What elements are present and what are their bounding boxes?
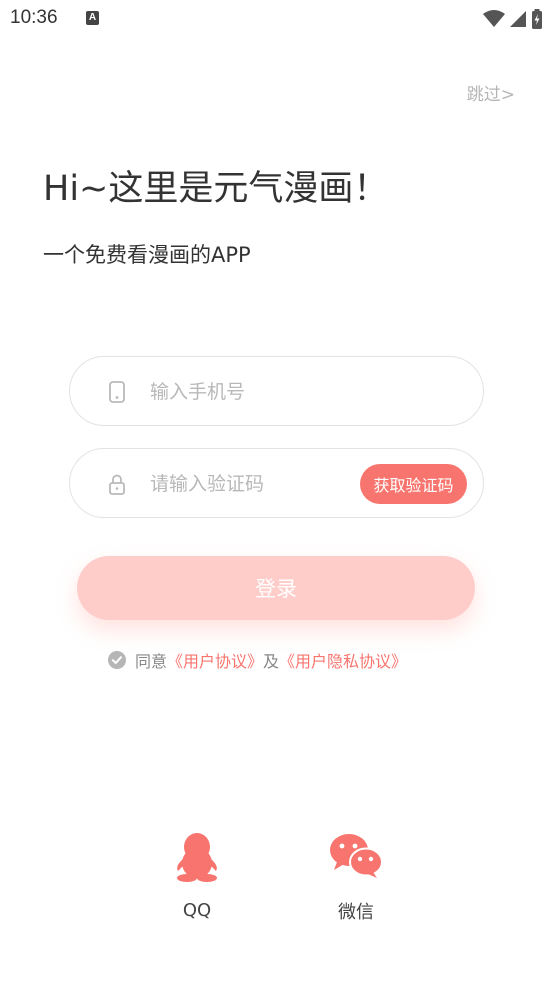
phone-input[interactable] bbox=[150, 377, 350, 407]
lock-icon bbox=[109, 474, 125, 495]
wechat-label: 微信 bbox=[338, 902, 374, 923]
welcome-subheadline: 一个免费看漫画的APP bbox=[43, 243, 251, 267]
verification-code-field[interactable]: 获取验证码 bbox=[69, 448, 484, 518]
status-time: 10:36 bbox=[10, 7, 58, 28]
get-code-button[interactable]: 获取验证码 bbox=[360, 464, 467, 504]
skip-button[interactable]: 跳过> bbox=[467, 80, 515, 105]
welcome-headline: Hi~这里是元气漫画！ bbox=[43, 169, 389, 209]
wechat-login-button[interactable]: 微信 bbox=[311, 832, 401, 924]
wechat-icon bbox=[330, 834, 383, 878]
status-bar: 10:36 A bbox=[0, 0, 553, 38]
qq-label: QQ bbox=[182, 900, 212, 921]
wifi-icon bbox=[483, 10, 505, 27]
status-indicators bbox=[483, 9, 543, 29]
agree-conjunction: 及 bbox=[263, 652, 280, 671]
verification-code-input[interactable] bbox=[150, 469, 350, 499]
agreement-row: 同意 《用户协议》 及 《用户隐私协议》 bbox=[108, 648, 407, 672]
phone-icon bbox=[109, 381, 125, 403]
phone-field[interactable] bbox=[69, 356, 484, 426]
user-agreement-link[interactable]: 《用户协议》 bbox=[167, 648, 263, 672]
qq-penguin-icon bbox=[177, 833, 217, 882]
qq-login-button[interactable]: QQ bbox=[152, 832, 242, 921]
cellular-signal-icon bbox=[510, 11, 526, 27]
login-button[interactable]: 登录 bbox=[77, 556, 475, 620]
notification-a-icon: A bbox=[86, 11, 99, 25]
agree-prefix: 同意 bbox=[135, 652, 168, 671]
privacy-agreement-link[interactable]: 《用户隐私协议》 bbox=[279, 648, 407, 672]
battery-charging-icon bbox=[532, 9, 542, 29]
agree-check-icon[interactable] bbox=[108, 651, 126, 669]
